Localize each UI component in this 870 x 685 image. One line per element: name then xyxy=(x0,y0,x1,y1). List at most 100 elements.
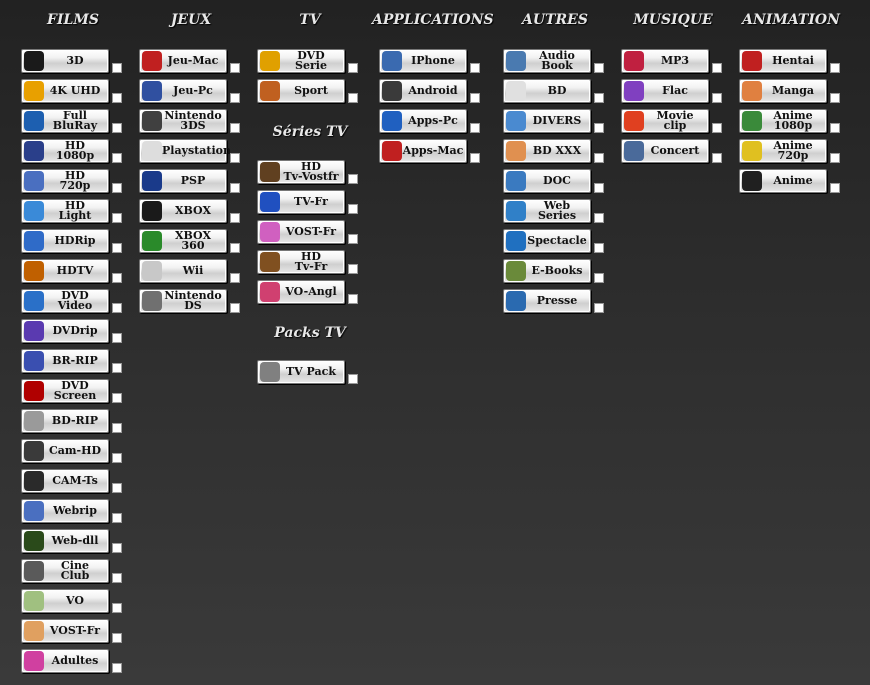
category-button-vo[interactable]: VO xyxy=(21,589,109,613)
category-button-cam-ts[interactable]: CAM-Ts xyxy=(21,469,109,493)
category-checkbox-flac[interactable] xyxy=(712,93,722,103)
category-checkbox-nintendo-3ds[interactable] xyxy=(230,123,240,133)
category-checkbox-bd-xxx[interactable] xyxy=(594,153,604,163)
category-checkbox-dvd-video[interactable] xyxy=(112,303,122,313)
category-button-bd[interactable]: BD xyxy=(503,79,591,103)
category-button-iphone[interactable]: IPhone xyxy=(379,49,467,73)
category-button-playstation[interactable]: Playstation xyxy=(139,139,231,163)
category-button-vo-angl[interactable]: VO-Angl xyxy=(257,280,345,304)
category-checkbox-br-rip[interactable] xyxy=(112,363,122,373)
category-button-cam-hd[interactable]: Cam-HD xyxy=(21,439,109,463)
category-checkbox-concert[interactable] xyxy=(712,153,722,163)
category-button-doc[interactable]: DOC xyxy=(503,169,591,193)
category-checkbox-4k-uhd[interactable] xyxy=(112,93,122,103)
category-checkbox-manga[interactable] xyxy=(830,93,840,103)
category-button-e-books[interactable]: E-Books xyxy=(503,259,591,283)
category-checkbox-hentai[interactable] xyxy=(830,63,840,73)
category-button-hd-light[interactable]: HD Light xyxy=(21,199,109,223)
category-checkbox-bd[interactable] xyxy=(594,93,604,103)
category-checkbox-psp[interactable] xyxy=(230,183,240,193)
category-button-dvd-video[interactable]: DVD Video xyxy=(21,289,109,313)
category-button-divers[interactable]: DIVERS xyxy=(503,109,591,133)
category-checkbox-apps-pc[interactable] xyxy=(470,123,480,133)
category-checkbox-playstation[interactable] xyxy=(230,153,240,163)
category-button-web-series[interactable]: Web Series xyxy=(503,199,591,223)
category-button-br-rip[interactable]: BR-RIP xyxy=(21,349,109,373)
category-button-hdtv[interactable]: HDTV xyxy=(21,259,109,283)
category-button-full-bluray[interactable]: Full BluRay xyxy=(21,109,109,133)
category-button-cine-club[interactable]: Cine Club xyxy=(21,559,109,583)
category-button-psp[interactable]: PSP xyxy=(139,169,227,193)
category-button-hentai[interactable]: Hentai xyxy=(739,49,827,73)
category-checkbox-hdrip[interactable] xyxy=(112,243,122,253)
category-checkbox-hd-1080p[interactable] xyxy=(112,153,122,163)
category-checkbox-movie-clip[interactable] xyxy=(712,123,722,133)
category-button-anime-1080p[interactable]: Anime 1080p xyxy=(739,109,827,133)
category-button-bd-xxx[interactable]: BD XXX xyxy=(503,139,591,163)
category-checkbox-nintendo-ds[interactable] xyxy=(230,303,240,313)
category-checkbox-android[interactable] xyxy=(470,93,480,103)
category-checkbox-apps-mac[interactable] xyxy=(470,153,480,163)
category-button-vost-fr[interactable]: VOST-Fr xyxy=(21,619,109,643)
category-checkbox-vo-angl[interactable] xyxy=(348,294,358,304)
category-button-xbox[interactable]: XBOX xyxy=(139,199,227,223)
category-button-apps-mac[interactable]: Apps-Mac xyxy=(379,139,467,163)
category-button-tv-pack[interactable]: TV Pack xyxy=(257,360,345,384)
category-checkbox-doc[interactable] xyxy=(594,183,604,193)
category-checkbox-full-bluray[interactable] xyxy=(112,123,122,133)
category-button-dvd-serie[interactable]: DVD Serie xyxy=(257,49,345,73)
category-checkbox-cam-hd[interactable] xyxy=(112,453,122,463)
category-button-presse[interactable]: Presse xyxy=(503,289,591,313)
category-checkbox-wii[interactable] xyxy=(230,273,240,283)
category-button-manga[interactable]: Manga xyxy=(739,79,827,103)
category-checkbox-tv-fr[interactable] xyxy=(348,204,358,214)
category-checkbox-adultes[interactable] xyxy=(112,663,122,673)
category-button-spectacle[interactable]: Spectacle xyxy=(503,229,591,253)
category-button-3d[interactable]: 3D xyxy=(21,49,109,73)
category-checkbox-webrip[interactable] xyxy=(112,513,122,523)
category-checkbox-vost-fr[interactable] xyxy=(348,234,358,244)
category-checkbox-hdtv[interactable] xyxy=(112,273,122,283)
category-button-web-dll[interactable]: Web-dll xyxy=(21,529,109,553)
category-button-hd-tv-vostfr[interactable]: HD Tv-Vostfr xyxy=(257,160,345,184)
category-checkbox-jeu-mac[interactable] xyxy=(230,63,240,73)
category-checkbox-mp3[interactable] xyxy=(712,63,722,73)
category-button-anime-720p[interactable]: Anime 720p xyxy=(739,139,827,163)
category-checkbox-anime-720p[interactable] xyxy=(830,153,840,163)
category-checkbox-dvd-screen[interactable] xyxy=(112,393,122,403)
category-button-nintendo-3ds[interactable]: Nintendo 3DS xyxy=(139,109,227,133)
category-button-webrip[interactable]: Webrip xyxy=(21,499,109,523)
category-checkbox-presse[interactable] xyxy=(594,303,604,313)
category-checkbox-xbox[interactable] xyxy=(230,213,240,223)
category-button-anime[interactable]: Anime xyxy=(739,169,827,193)
category-checkbox-hd-720p[interactable] xyxy=(112,183,122,193)
category-checkbox-xbox-360[interactable] xyxy=(230,243,240,253)
category-button-nintendo-ds[interactable]: Nintendo DS xyxy=(139,289,227,313)
category-checkbox-web-series[interactable] xyxy=(594,213,604,223)
category-checkbox-3d[interactable] xyxy=(112,63,122,73)
category-checkbox-divers[interactable] xyxy=(594,123,604,133)
category-checkbox-hd-tv-vostfr[interactable] xyxy=(348,174,358,184)
category-checkbox-anime-1080p[interactable] xyxy=(830,123,840,133)
category-checkbox-hd-light[interactable] xyxy=(112,213,122,223)
category-button-hd-720p[interactable]: HD 720p xyxy=(21,169,109,193)
category-checkbox-audio-book[interactable] xyxy=(594,63,604,73)
category-checkbox-hd-tv-fr[interactable] xyxy=(348,264,358,274)
category-button-jeu-mac[interactable]: Jeu-Mac xyxy=(139,49,227,73)
category-button-concert[interactable]: Concert xyxy=(621,139,709,163)
category-button-vost-fr[interactable]: VOST-Fr xyxy=(257,220,345,244)
category-checkbox-vo[interactable] xyxy=(112,603,122,613)
category-checkbox-spectacle[interactable] xyxy=(594,243,604,253)
category-checkbox-dvd-serie[interactable] xyxy=(348,63,358,73)
category-button-hdrip[interactable]: HDRip xyxy=(21,229,109,253)
category-checkbox-tv-pack[interactable] xyxy=(348,374,358,384)
category-button-4k-uhd[interactable]: 4K UHD xyxy=(21,79,109,103)
category-button-hd-tv-fr[interactable]: HD Tv-Fr xyxy=(257,250,345,274)
category-button-dvd-screen[interactable]: DVD Screen xyxy=(21,379,109,403)
category-button-movie-clip[interactable]: Movie clip xyxy=(621,109,709,133)
category-checkbox-sport[interactable] xyxy=(348,93,358,103)
category-checkbox-dvdrip[interactable] xyxy=(112,333,122,343)
category-button-dvdrip[interactable]: DVDrip xyxy=(21,319,109,343)
category-button-bd-rip[interactable]: BD-RIP xyxy=(21,409,109,433)
category-button-wii[interactable]: Wii xyxy=(139,259,227,283)
